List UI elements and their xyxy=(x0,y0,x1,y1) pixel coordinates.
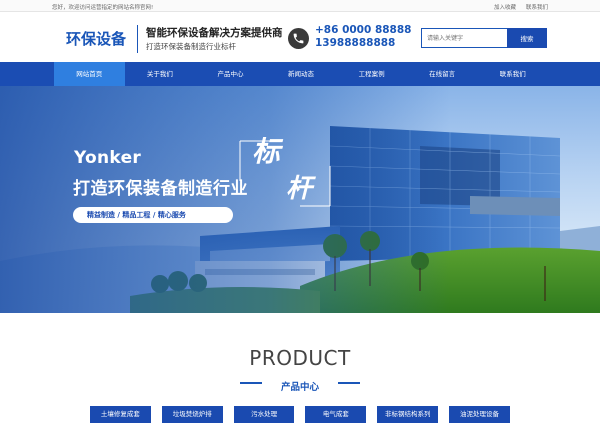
main-nav: 网站首页 关于我们 产品中心 新闻动态 工程案例 在线留言 联系我们 xyxy=(0,62,600,86)
site-logo[interactable]: 环保设备 xyxy=(66,28,126,49)
banner-headline: 打造环保装备制造行业 xyxy=(73,179,248,199)
banner-calligraphy-2: 杆 xyxy=(286,174,313,204)
welcome-text: 您好，欢迎访问运营指定的网站名称官网! xyxy=(52,5,154,11)
category-oil-sludge[interactable]: 油泥处理设备 xyxy=(449,406,510,423)
logo-divider xyxy=(137,25,138,53)
nav-item-message[interactable]: 在线留言 xyxy=(407,62,478,86)
top-links: 加入收藏 联系我们 xyxy=(494,3,548,11)
nav-item-products[interactable]: 产品中心 xyxy=(195,62,266,86)
product-section-subtitle: 产品中心 xyxy=(280,382,319,393)
category-soil-remediation[interactable]: 土壤修复成套 xyxy=(90,406,151,423)
phone-icon xyxy=(288,28,309,49)
phone-number-mobile: 13988888888 xyxy=(315,37,396,49)
search-box: 搜索 xyxy=(421,28,547,48)
nav-item-cases[interactable]: 工程案例 xyxy=(336,62,407,86)
category-sewage-treatment[interactable]: 污水处理 xyxy=(233,406,295,423)
category-steel-structures[interactable]: 非标钢结构系列 xyxy=(377,406,439,423)
product-category-tabs: 土壤修复成套 垃圾焚烧炉排 污水处理 电气成套 非标钢结构系列 油泥处理设备 xyxy=(90,406,510,423)
search-input[interactable] xyxy=(421,28,507,48)
nav-item-home[interactable]: 网站首页 xyxy=(54,62,125,86)
contact-link[interactable]: 联系我们 xyxy=(526,3,548,11)
hero-banner[interactable]: Yonker 打造环保装备制造行业 标 杆 精益制造 / 精品工程 / 精心服务 xyxy=(0,86,600,313)
nav-item-news[interactable]: 新闻动态 xyxy=(266,62,337,86)
banner-brand: Yonker xyxy=(74,148,142,168)
banner-tagline-pill: 精益制造 / 精品工程 / 精心服务 xyxy=(73,207,233,223)
category-incinerator-grate[interactable]: 垃圾焚烧炉排 xyxy=(161,406,223,423)
title-decoration-right xyxy=(338,382,360,384)
banner-calligraphy-1: 标 xyxy=(252,135,281,168)
phone-number-primary: +86 0000 88888 xyxy=(315,24,412,36)
search-button[interactable]: 搜索 xyxy=(507,28,547,48)
add-favorite-link[interactable]: 加入收藏 xyxy=(494,3,516,11)
product-section-title: PRODUCT xyxy=(249,346,351,370)
page: 您好，欢迎访问运营指定的网站名称官网! 加入收藏 联系我们 环保设备 智能环保设… xyxy=(0,0,600,423)
nav-item-about[interactable]: 关于我们 xyxy=(125,62,196,86)
slogan-main: 智能环保设备解决方案提供商 xyxy=(146,27,283,39)
site-header: 环保设备 智能环保设备解决方案提供商 打造环保装备制造行业标杆 +86 0000… xyxy=(0,12,600,62)
top-utility-bar: 您好，欢迎访问运营指定的网站名称官网! 加入收藏 联系我们 xyxy=(0,0,600,12)
nav-item-contact[interactable]: 联系我们 xyxy=(477,62,548,86)
slogan-sub: 打造环保装备制造行业标杆 xyxy=(146,42,236,51)
category-electrical-sets[interactable]: 电气成套 xyxy=(305,406,367,423)
product-subtitle-wrap: 产品中心 xyxy=(0,375,600,394)
main-nav-items: 网站首页 关于我们 产品中心 新闻动态 工程案例 在线留言 联系我们 xyxy=(54,62,548,86)
